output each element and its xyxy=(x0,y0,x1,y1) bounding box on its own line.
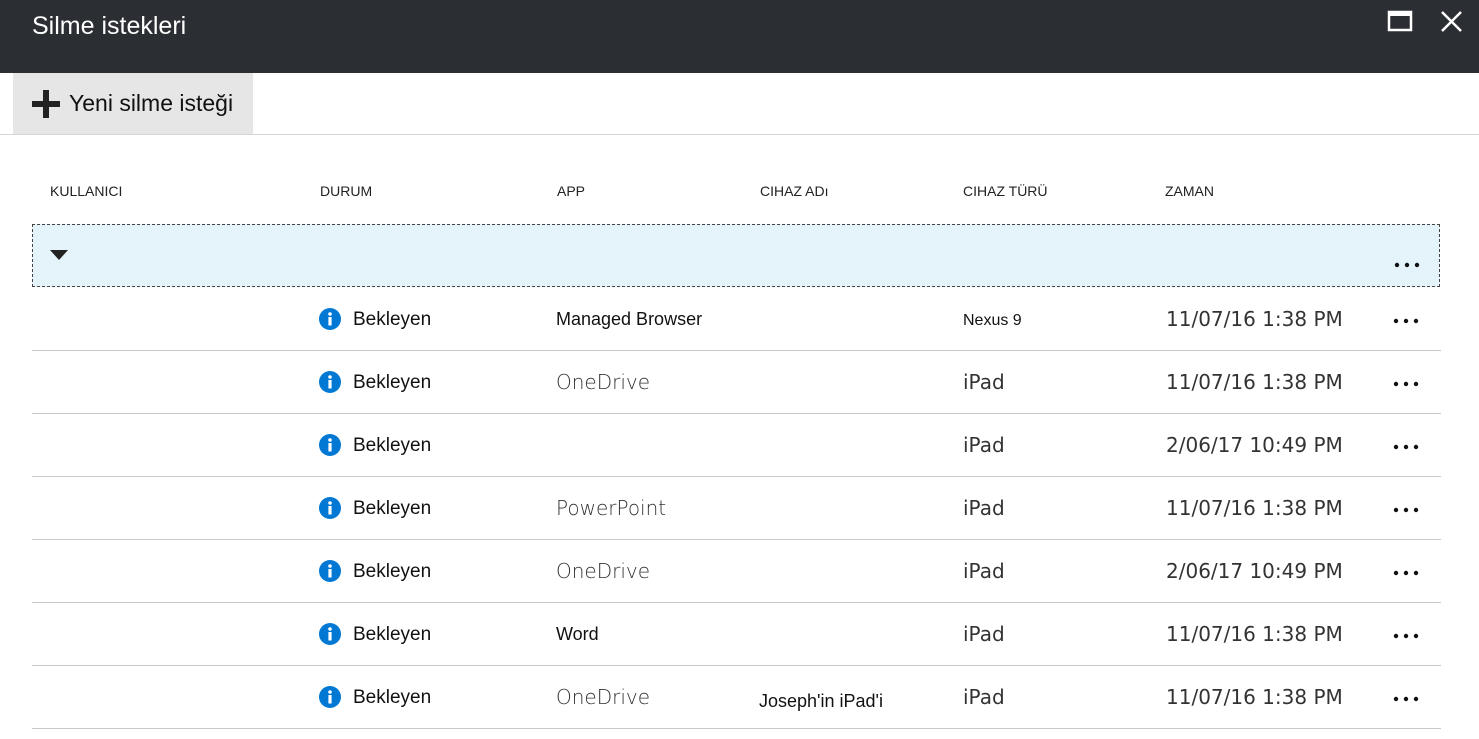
info-icon xyxy=(319,623,341,645)
table-row[interactable]: Bekleyen Managed Browser Nexus 9 11/07/1… xyxy=(32,288,1441,351)
status-cell: Bekleyen xyxy=(353,498,432,519)
close-button[interactable] xyxy=(1437,8,1467,38)
app-cell: OneDrive xyxy=(556,685,651,709)
time-cell: 11/07/16 1:38 PM xyxy=(1166,622,1343,646)
ellipsis-icon[interactable] xyxy=(1393,444,1421,458)
column-header-user[interactable]: KULLANICI xyxy=(50,182,122,200)
window-title: Silme istekleri xyxy=(32,12,187,40)
device-type-cell: iPad xyxy=(963,622,1005,646)
close-icon xyxy=(1441,11,1462,32)
column-header-device-type[interactable]: CIHAZ TÜRÜ xyxy=(963,182,1048,200)
app-cell: OneDrive xyxy=(556,559,651,583)
info-icon xyxy=(319,497,341,519)
device-type-cell: iPad xyxy=(963,559,1005,583)
info-icon xyxy=(319,560,341,582)
time-cell: 11/07/16 1:38 PM xyxy=(1166,307,1343,331)
command-bar: Yeni silme isteği xyxy=(0,73,1479,135)
device-type-cell: Nexus 9 xyxy=(963,312,1022,329)
status-cell: Bekleyen xyxy=(353,687,432,708)
time-cell: 2/06/17 10:49 PM xyxy=(1166,559,1343,583)
ellipsis-icon[interactable] xyxy=(1394,262,1422,276)
table-row[interactable]: Bekleyen iPad 2/06/17 10:49 PM xyxy=(32,414,1441,477)
device-type-cell: iPad xyxy=(963,370,1005,394)
time-cell: 11/07/16 1:38 PM xyxy=(1166,496,1343,520)
ellipsis-icon[interactable] xyxy=(1393,381,1421,395)
time-cell: 11/07/16 1:38 PM xyxy=(1166,370,1343,394)
status-cell: Bekleyen xyxy=(353,561,432,582)
ellipsis-icon[interactable] xyxy=(1393,633,1421,647)
table-row[interactable]: Bekleyen Word iPad 11/07/16 1:38 PM xyxy=(32,603,1441,666)
ellipsis-icon[interactable] xyxy=(1393,696,1421,710)
plus-icon xyxy=(32,90,60,118)
ellipsis-icon[interactable] xyxy=(1393,507,1421,521)
app-cell: Word xyxy=(556,624,599,644)
maximize-icon xyxy=(1387,10,1413,32)
new-delete-request-label: Yeni silme isteği xyxy=(69,90,234,116)
device-name-cell: Joseph'in iPad'i xyxy=(759,691,883,711)
device-type-cell: iPad xyxy=(963,433,1005,457)
status-cell: Bekleyen xyxy=(353,372,432,393)
info-icon xyxy=(319,371,341,393)
ellipsis-icon[interactable] xyxy=(1393,570,1421,584)
info-icon xyxy=(319,308,341,330)
group-row[interactable] xyxy=(32,224,1440,287)
new-delete-request-button[interactable]: Yeni silme isteği xyxy=(13,73,253,134)
status-cell: Bekleyen xyxy=(353,624,432,645)
column-header-device-name[interactable]: CIHAZ ADı xyxy=(760,182,828,200)
table-row[interactable]: Bekleyen OneDrive iPad 11/07/16 1:38 PM xyxy=(32,351,1441,414)
app-cell: Managed Browser xyxy=(556,309,703,329)
app-cell: OneDrive xyxy=(556,370,651,394)
time-cell: 2/06/17 10:49 PM xyxy=(1166,433,1343,457)
app-cell: PowerPoint xyxy=(556,496,667,520)
info-icon xyxy=(319,686,341,708)
title-bar: Silme istekleri xyxy=(0,0,1479,73)
info-icon xyxy=(319,434,341,456)
column-header-app[interactable]: APP xyxy=(557,182,585,200)
device-type-cell: iPad xyxy=(963,496,1005,520)
status-cell: Bekleyen xyxy=(353,309,432,330)
device-type-cell: iPad xyxy=(963,685,1005,709)
ellipsis-icon[interactable] xyxy=(1393,318,1421,332)
maximize-button[interactable] xyxy=(1386,8,1416,38)
status-cell: Bekleyen xyxy=(353,435,432,456)
table-row[interactable]: Bekleyen PowerPoint iPad 11/07/16 1:38 P… xyxy=(32,477,1441,540)
time-cell: 11/07/16 1:38 PM xyxy=(1166,685,1343,709)
table-row[interactable]: Bekleyen OneDrive Joseph'in iPad'i iPad … xyxy=(32,666,1441,729)
table-row[interactable]: Bekleyen OneDrive iPad 2/06/17 10:49 PM xyxy=(32,540,1441,603)
column-header-status[interactable]: DURUM xyxy=(320,182,372,200)
caret-down-icon[interactable] xyxy=(50,250,68,260)
column-header-time[interactable]: ZAMAN xyxy=(1165,182,1214,200)
